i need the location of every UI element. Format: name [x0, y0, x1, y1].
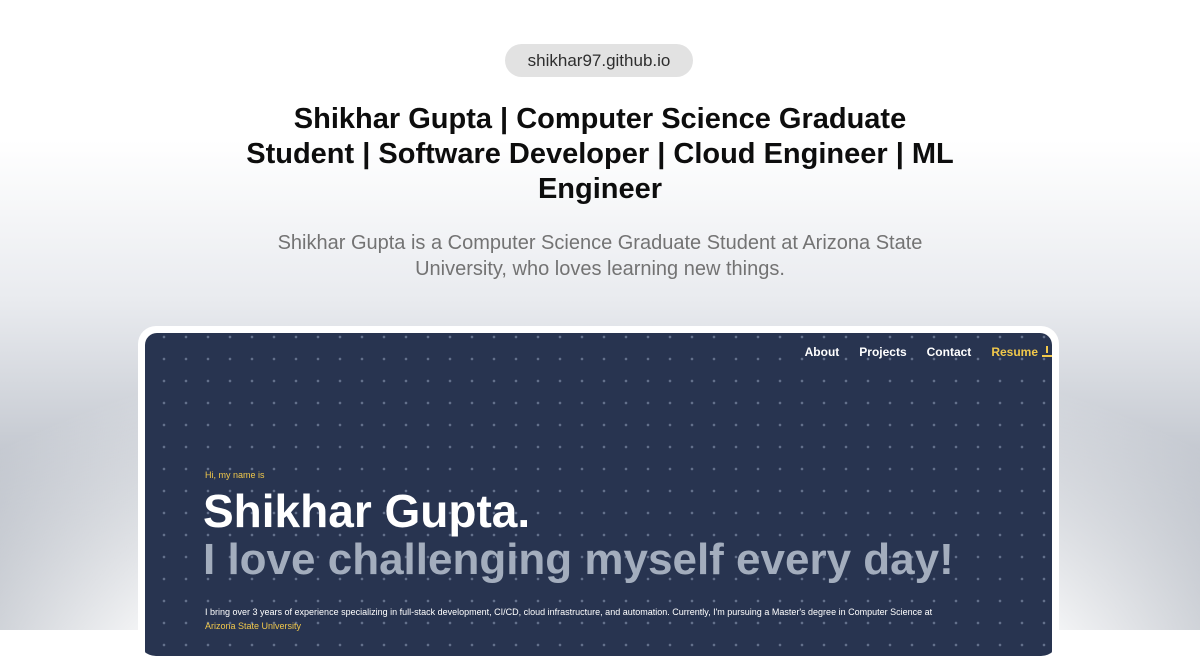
hero-greeting: Hi, my name is — [205, 470, 265, 480]
nav-contact[interactable]: Contact — [927, 345, 972, 359]
nav-about[interactable]: About — [805, 345, 840, 359]
nav-resume-label: Resume — [991, 345, 1038, 359]
hero-intro-text: I bring over 3 years of experience speci… — [205, 607, 933, 617]
university-link[interactable]: Arizona State University — [205, 619, 1025, 633]
website-preview: About Projects Contact Resume Hi, my nam… — [145, 333, 1052, 656]
page-title: Shikhar Gupta | Computer Science Graduat… — [246, 103, 954, 205]
download-icon — [1042, 346, 1052, 358]
hero-intro: I bring over 3 years of experience speci… — [205, 605, 1025, 633]
nav-resume-link[interactable]: Resume — [991, 345, 1052, 359]
nav-projects[interactable]: Projects — [859, 345, 906, 359]
domain-pill: shikhar97.github.io — [505, 44, 693, 77]
website-preview-frame: About Projects Contact Resume Hi, my nam… — [138, 326, 1059, 656]
page-description: Shikhar Gupta is a Computer Science Grad… — [277, 232, 923, 280]
hero-name: Shikhar Gupta. — [203, 485, 531, 537]
hero-tagline: I love challenging myself every day! — [203, 535, 954, 584]
preview-nav: About Projects Contact Resume — [785, 345, 1052, 359]
